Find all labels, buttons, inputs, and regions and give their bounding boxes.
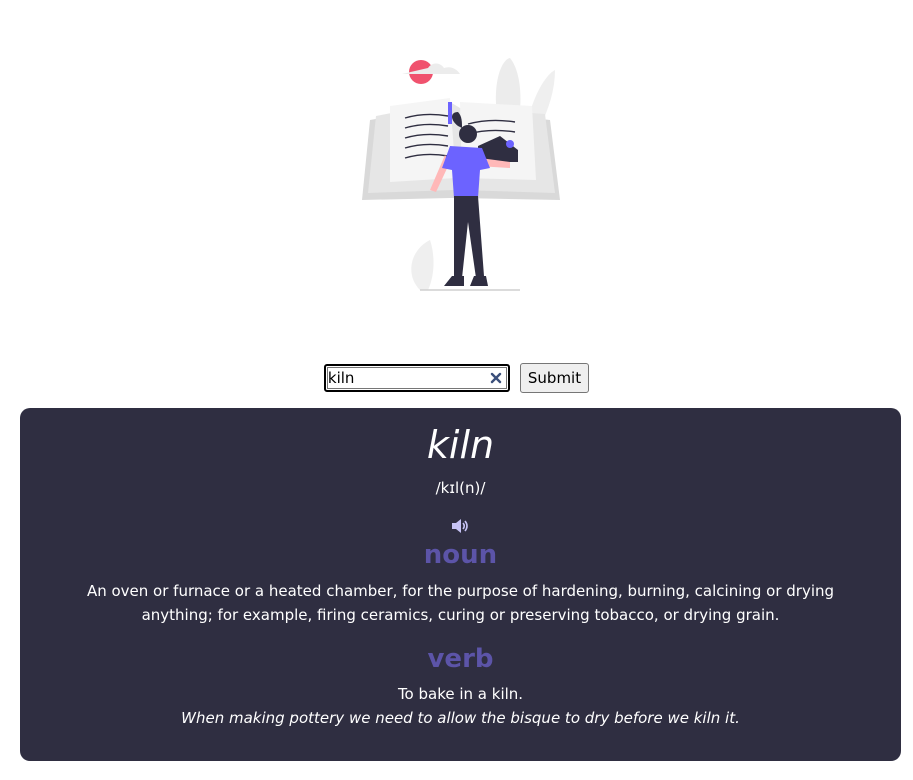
part-of-speech-noun: noun: [423, 540, 498, 570]
example-sentence: When making pottery we need to allow the…: [181, 709, 740, 727]
hero-illustration: [362, 58, 560, 291]
close-icon[interactable]: [489, 371, 503, 385]
submit-button[interactable]: Submit: [519, 363, 590, 393]
speaker-icon[interactable]: [450, 517, 470, 535]
definition-noun: An oven or furnace or a heated chamber, …: [86, 582, 835, 624]
definition-verb: To bake in a kiln.: [397, 685, 524, 703]
phonetic-text: /kɪl(n)/: [435, 479, 486, 497]
word-title: kiln: [426, 423, 495, 467]
search-form: Submit: [0, 363, 913, 393]
definition-card: kiln /kɪl(n)/ noun An oven or furnace or…: [20, 408, 901, 761]
part-of-speech-verb: verb: [427, 644, 494, 674]
search-field[interactable]: [323, 364, 510, 392]
search-input[interactable]: [327, 368, 488, 388]
